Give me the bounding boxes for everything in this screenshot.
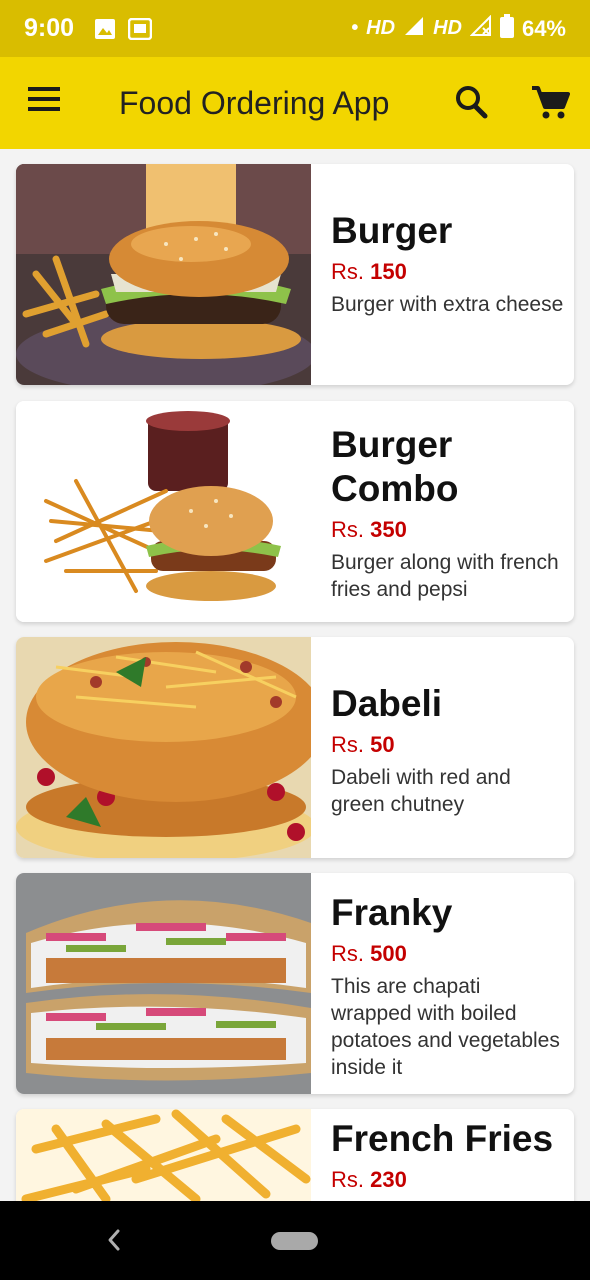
signal-x-icon bbox=[469, 14, 492, 43]
home-pill-button[interactable] bbox=[271, 1232, 318, 1250]
dabeli-image bbox=[16, 637, 311, 858]
food-name: Franky bbox=[331, 892, 453, 933]
food-info: Burger Rs. 150 Burger with extra cheese bbox=[331, 209, 564, 318]
currency-label: Rs. bbox=[331, 941, 364, 966]
food-name: French Fries bbox=[331, 1118, 554, 1159]
food-info: French Fries Rs. 230 bbox=[331, 1117, 564, 1199]
food-name: Burger Combo bbox=[331, 424, 459, 509]
cast-icon bbox=[128, 17, 153, 40]
price-amount: 500 bbox=[370, 941, 407, 966]
food-info: Franky Rs. 500 This are chapati wrapped … bbox=[331, 891, 564, 1081]
food-card-franky[interactable]: Franky Rs. 500 This are chapati wrapped … bbox=[16, 873, 574, 1094]
search-icon[interactable] bbox=[455, 85, 489, 121]
status-right: • HD HD 64% bbox=[351, 13, 566, 44]
app-title: Food Ordering App bbox=[119, 85, 390, 121]
food-list[interactable]: Burger Rs. 150 Burger with extra cheese bbox=[0, 149, 590, 1201]
food-description: This are chapati wrapped with boiled pot… bbox=[331, 975, 560, 1079]
food-price: Rs. 500 bbox=[331, 941, 564, 967]
currency-label: Rs. bbox=[331, 732, 364, 757]
currency-label: Rs. bbox=[331, 1167, 364, 1192]
food-card-french-fries[interactable]: French Fries Rs. 230 bbox=[16, 1109, 574, 1201]
battery-icon bbox=[499, 13, 514, 44]
price-amount: 230 bbox=[370, 1167, 407, 1192]
food-price: Rs. 150 bbox=[331, 259, 564, 285]
system-nav-bar bbox=[0, 1201, 590, 1280]
status-time: 9:00 bbox=[24, 14, 75, 42]
food-info: Dabeli Rs. 50 Dabeli with red and green … bbox=[331, 682, 564, 818]
food-card-dabeli[interactable]: Dabeli Rs. 50 Dabeli with red and green … bbox=[16, 637, 574, 858]
food-name: Burger bbox=[331, 210, 453, 251]
price-amount: 150 bbox=[370, 259, 407, 284]
food-ordering-screen: 9:00 • HD HD 64% Food Ordering App Burge… bbox=[0, 0, 590, 1280]
signal-icon bbox=[403, 15, 425, 43]
price-amount: 50 bbox=[370, 732, 395, 757]
network-label-2: HD bbox=[433, 17, 462, 39]
app-bar: Food Ordering App bbox=[0, 57, 590, 149]
food-description: Burger along with french fries and pepsi bbox=[331, 551, 559, 601]
status-bar: 9:00 • HD HD 64% bbox=[0, 0, 590, 57]
currency-label: Rs. bbox=[331, 259, 364, 284]
food-name: Dabeli bbox=[331, 683, 443, 724]
image-icon bbox=[94, 18, 116, 40]
battery-percent: 64% bbox=[521, 15, 566, 41]
food-description: Dabeli with red and green chutney bbox=[331, 766, 511, 816]
food-card-burger-combo[interactable]: Burger Combo Rs. 350 Burger along with f… bbox=[16, 401, 574, 622]
food-price: Rs. 230 bbox=[331, 1167, 564, 1193]
food-price: Rs. 50 bbox=[331, 732, 564, 758]
franky-image bbox=[16, 873, 311, 1094]
food-info: Burger Combo Rs. 350 Burger along with f… bbox=[331, 423, 564, 603]
food-description: Burger with extra cheese bbox=[331, 293, 564, 316]
burger-combo-image bbox=[16, 401, 311, 622]
cart-icon[interactable] bbox=[530, 85, 570, 121]
food-card-burger[interactable]: Burger Rs. 150 Burger with extra cheese bbox=[16, 164, 574, 385]
back-icon[interactable] bbox=[100, 1225, 128, 1255]
currency-label: Rs. bbox=[331, 517, 364, 542]
menu-icon[interactable] bbox=[28, 87, 62, 117]
network-label-1: HD bbox=[366, 17, 396, 39]
french-fries-image bbox=[16, 1109, 311, 1201]
price-amount: 350 bbox=[370, 517, 407, 542]
food-price: Rs. 350 bbox=[331, 517, 564, 543]
dot-icon: • bbox=[351, 17, 359, 39]
burger-image bbox=[16, 164, 311, 385]
